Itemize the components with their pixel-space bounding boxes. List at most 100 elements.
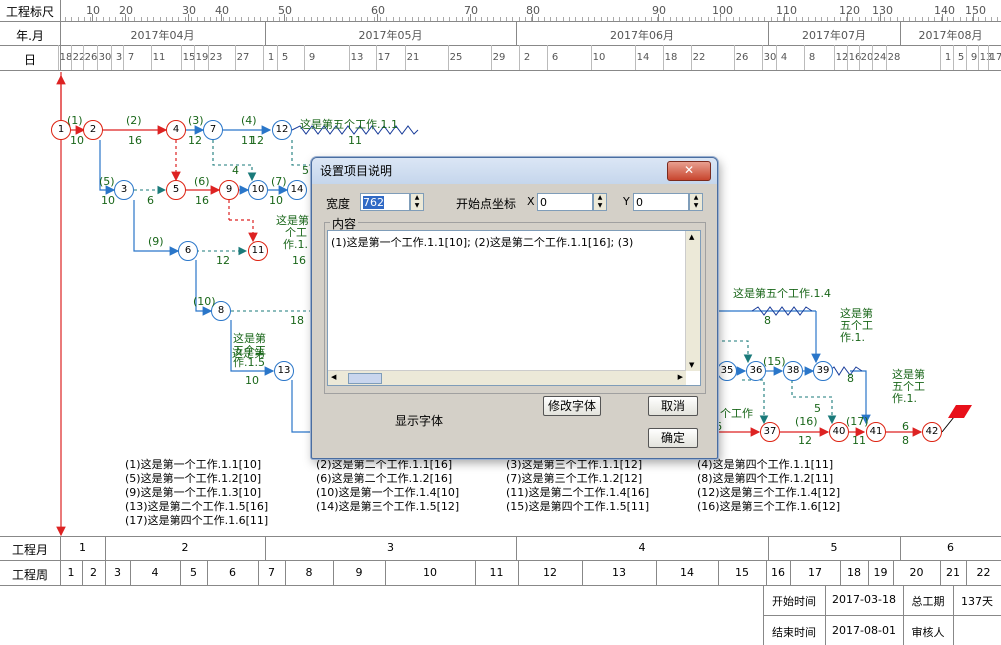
network-node: 41: [866, 422, 886, 442]
divider: [82, 560, 83, 585]
project-week-cell: 6: [229, 566, 236, 579]
divider: [790, 560, 791, 585]
divider: [385, 560, 386, 585]
reviewer-label: 审核人: [911, 626, 945, 639]
cancel-button[interactable]: 取消: [648, 396, 698, 416]
network-node: 9: [219, 180, 239, 200]
project-week-cell: 11: [489, 566, 504, 579]
legend-item: (1)这是第一个工作.1.1[10]: [125, 458, 262, 471]
project-week-cell: 14: [680, 566, 694, 579]
duration-label: 8: [902, 434, 909, 447]
network-node: 6: [178, 241, 198, 261]
project-week-cell: 4: [151, 566, 159, 579]
width-input[interactable]: 762: [360, 193, 410, 211]
legend-item: (10)这是第一个工作.1.4[10]: [316, 486, 460, 499]
divider: [207, 560, 208, 585]
y-spinner[interactable]: ▲ ▼: [689, 193, 703, 211]
activity-label: (2): [126, 114, 142, 127]
annotation-label: 这是第五个工作.1.: [892, 368, 925, 405]
legend-item: (8)这是第四个工作.1.2[11]: [697, 472, 834, 485]
divider: [656, 560, 657, 585]
width-spinner[interactable]: ▲ ▼: [410, 193, 424, 211]
divider: [130, 560, 131, 585]
network-node: 37: [760, 422, 780, 442]
scroll-up-icon[interactable]: ▲: [689, 233, 694, 241]
divider: [516, 536, 517, 560]
scroll-down-icon[interactable]: ▼: [689, 361, 694, 369]
duration-label: 4: [232, 164, 239, 177]
duration-label: 12: [250, 134, 264, 147]
total-duration-label: 总工期: [911, 595, 945, 608]
content-textarea[interactable]: (1)这是第一个工作.1.1[10]; (2)这是第二个工作.1.1[16]; …: [327, 230, 701, 386]
y-label: Y: [623, 195, 630, 208]
width-label: 宽度: [326, 197, 351, 211]
close-button[interactable]: ✕: [667, 161, 711, 181]
legend-item: (17)这是第四个工作.1.6[11]: [125, 514, 269, 527]
activity-label: (5): [99, 175, 115, 188]
row-label-project-week: 工程周: [11, 568, 48, 582]
divider: [0, 585, 1001, 586]
project-month-cell: 4: [638, 541, 646, 554]
x-spinner[interactable]: ▲ ▼: [593, 193, 607, 211]
x-label: X: [527, 195, 535, 208]
divider: [518, 560, 519, 585]
scroll-right-icon[interactable]: ▶: [678, 373, 683, 381]
duration-label: 18: [290, 314, 304, 327]
legend-item: (11)这是第二个工作.1.4[16]: [506, 486, 650, 499]
network-node: 39: [813, 361, 833, 381]
divider: [582, 560, 583, 585]
project-week-cell: 17: [808, 566, 822, 579]
annotation-label: 这是第: [232, 347, 265, 360]
close-icon: ✕: [683, 163, 695, 177]
dialog-title: 设置项目说明: [320, 164, 393, 178]
duration-label: 11: [852, 434, 866, 447]
scroll-thumb[interactable]: [348, 373, 382, 384]
duration-label: 8: [847, 372, 854, 385]
divider: [265, 536, 266, 560]
network-node: 10: [248, 180, 268, 200]
vertical-scrollbar[interactable]: ▲ ▼: [685, 231, 700, 371]
dialog-title-bar[interactable]: 设置项目说明: [312, 158, 717, 184]
activity-label: (3): [188, 114, 204, 127]
activity-label: (15): [763, 355, 786, 368]
project-week-cell: 22: [976, 566, 991, 579]
network-node: 14: [287, 180, 307, 200]
modify-font-button[interactable]: 修改字体: [543, 396, 601, 416]
activity-label: (1): [67, 114, 83, 127]
x-input[interactable]: 0: [537, 193, 593, 211]
duration-label: 12: [188, 134, 202, 147]
end-flag-icon: [948, 405, 972, 418]
divider: [180, 560, 181, 585]
network-node: 2: [83, 120, 103, 140]
duration-label: 8: [764, 314, 771, 327]
divider: [766, 560, 767, 585]
duration-label: 6: [902, 420, 909, 433]
project-week-cell: 10: [423, 566, 437, 579]
duration-label: 6: [147, 194, 154, 207]
duration-label: 11: [348, 134, 362, 147]
ok-button[interactable]: 确定: [648, 428, 698, 448]
divider: [940, 560, 941, 585]
annotation-label: 这是第五个工作.1.: [840, 307, 873, 344]
network-node: 7: [203, 120, 223, 140]
divider: [333, 560, 334, 585]
project-week-cell: 18: [847, 566, 861, 579]
divider: [763, 615, 1001, 616]
scroll-left-icon[interactable]: ◀: [331, 373, 336, 381]
legend-item: (15)这是第四个工作.1.5[11]: [506, 500, 650, 513]
project-week-cell: 16: [771, 566, 785, 579]
project-description-dialog: 设置项目说明 ✕ 宽度 762 ▲ ▼ 开始点坐标 X 0 ▲ ▼ Y 0 ▲ ▼ 内…: [311, 157, 718, 459]
activity-label: (7): [271, 175, 287, 188]
duration-label: 10: [101, 194, 115, 207]
activity-label: (16): [795, 415, 818, 428]
legend-item: (3)这是第三个工作.1.1[12]: [506, 458, 643, 471]
network-node: 35: [717, 361, 737, 381]
horizontal-scrollbar[interactable]: ◀ ▶: [328, 370, 686, 385]
duration-label: 16: [292, 254, 306, 267]
duration-label: 16: [128, 134, 142, 147]
project-week-cell: 8: [305, 566, 313, 579]
y-input[interactable]: 0: [633, 193, 689, 211]
end-time-value: 2017-08-01: [832, 624, 896, 637]
divider: [285, 560, 286, 585]
start-coord-label: 开始点坐标: [456, 197, 517, 211]
